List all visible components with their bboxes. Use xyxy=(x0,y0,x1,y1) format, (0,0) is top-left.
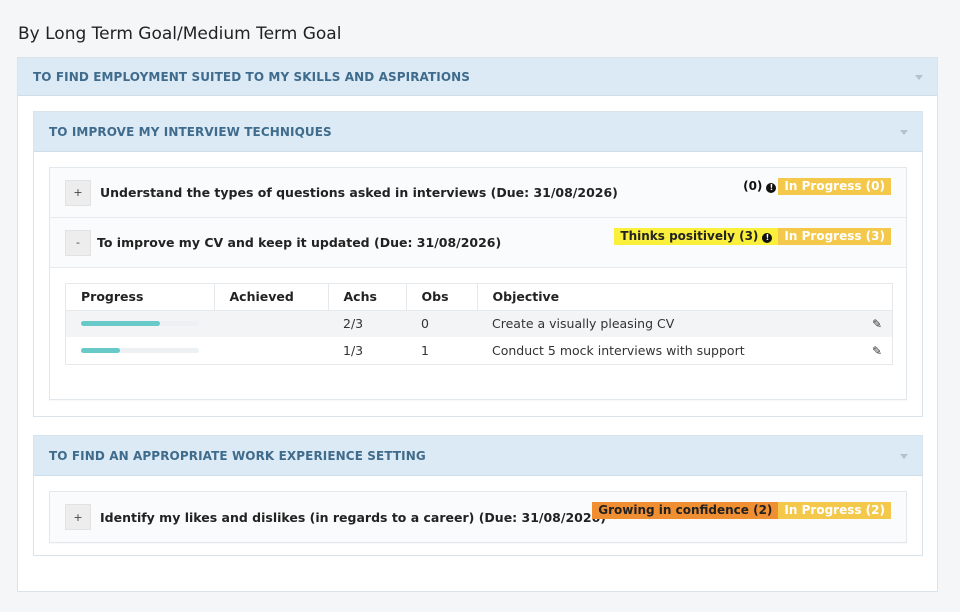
expand-button[interactable]: + xyxy=(65,504,91,530)
column-header-progress: Progress xyxy=(66,284,215,311)
targets-table: Progress Achieved Achs Obs Objective 2/3 xyxy=(65,283,893,365)
achs-cell: 1/3 xyxy=(328,337,406,364)
column-header-achieved: Achieved xyxy=(214,284,329,311)
trait-label: Thinks positively (3) xyxy=(620,229,759,243)
table-header-row: Progress Achieved Achs Obs Objective xyxy=(66,284,892,311)
collapse-button[interactable]: - xyxy=(65,229,91,256)
objective-badges: Growing in confidence (2) In Progress (2… xyxy=(592,502,891,519)
objective-row: - To improve my CV and keep it updated (… xyxy=(50,218,906,268)
objective-title: To improve my CV and keep it updated (Du… xyxy=(97,235,502,250)
long-term-goal-panel: TO FIND EMPLOYMENT SUITED TO MY SKILLS A… xyxy=(17,57,938,592)
objective-cell: Conduct 5 mock interviews with support xyxy=(477,337,862,364)
alert-count-badge: (0)! xyxy=(737,178,778,195)
trait-badge: Thinks positively (3)! xyxy=(614,228,779,245)
objective-row: + Identify my likes and dislikes (in reg… xyxy=(50,492,906,542)
objective-title: Understand the types of questions asked … xyxy=(100,185,618,200)
objective-cell: Create a visually pleasing CV xyxy=(477,310,862,337)
column-header-objective: Objective xyxy=(477,284,892,311)
achieved-cell xyxy=(214,310,328,337)
obs-cell: 1 xyxy=(406,337,477,364)
page-title: By Long Term Goal/Medium Term Goal xyxy=(18,24,342,44)
progress-bar-fill xyxy=(81,321,161,327)
caret-down-icon[interactable] xyxy=(900,453,908,459)
column-header-achs: Achs xyxy=(328,284,407,311)
medium-goal-header[interactable]: TO IMPROVE MY INTERVIEW TECHNIQUES xyxy=(34,112,922,152)
objective-row: + Understand the types of questions aske… xyxy=(50,168,906,218)
expand-button[interactable]: + xyxy=(65,179,91,206)
exclamation-circle-icon: ! xyxy=(766,182,777,193)
progress-cell xyxy=(66,310,214,337)
objective-badges: Thinks positively (3)! In Progress (3) xyxy=(614,228,891,245)
pencil-icon[interactable]: ✎ xyxy=(872,344,882,358)
column-header-obs: Obs xyxy=(406,284,478,311)
caret-down-icon[interactable] xyxy=(915,74,923,80)
status-badge: In Progress (0) xyxy=(778,178,891,195)
objective-badges: (0)! In Progress (0) xyxy=(737,178,891,195)
progress-bar xyxy=(81,321,199,327)
status-badge: In Progress (3) xyxy=(778,228,891,245)
progress-bar xyxy=(81,348,199,353)
pencil-icon[interactable]: ✎ xyxy=(872,317,882,331)
exclamation-circle-icon: ! xyxy=(762,232,773,243)
long-term-goal-header[interactable]: TO FIND EMPLOYMENT SUITED TO MY SKILLS A… xyxy=(18,58,937,96)
objectives-card: + Identify my likes and dislikes (in reg… xyxy=(49,491,907,543)
achieved-cell xyxy=(214,337,328,364)
alert-count: (0) xyxy=(743,179,763,193)
medium-goal-header[interactable]: TO FIND AN APPROPRIATE WORK EXPERIENCE S… xyxy=(34,436,922,476)
edit-cell: ✎ xyxy=(862,310,892,337)
progress-cell xyxy=(66,337,214,364)
medium-goal-panel: TO IMPROVE MY INTERVIEW TECHNIQUES + Und… xyxy=(33,111,923,417)
obs-cell: 0 xyxy=(406,310,477,337)
table-row: 2/3 0 Create a visually pleasing CV ✎ xyxy=(66,310,892,337)
table-row: 1/3 1 Conduct 5 mock interviews with sup… xyxy=(66,337,892,364)
caret-down-icon[interactable] xyxy=(900,129,908,135)
progress-bar-fill xyxy=(81,348,120,353)
medium-goal-panel: TO FIND AN APPROPRIATE WORK EXPERIENCE S… xyxy=(33,435,923,556)
edit-cell: ✎ xyxy=(862,337,892,364)
status-badge: In Progress (2) xyxy=(778,502,891,519)
objectives-card: + Understand the types of questions aske… xyxy=(49,167,907,400)
objective-title: Identify my likes and dislikes (in regar… xyxy=(100,509,606,525)
long-term-goal-title: TO FIND EMPLOYMENT SUITED TO MY SKILLS A… xyxy=(33,69,471,84)
achs-cell: 2/3 xyxy=(328,310,406,337)
medium-goal-title: TO IMPROVE MY INTERVIEW TECHNIQUES xyxy=(49,124,332,139)
medium-goal-title: TO FIND AN APPROPRIATE WORK EXPERIENCE S… xyxy=(49,448,426,463)
trait-badge: Growing in confidence (2) xyxy=(592,502,779,519)
